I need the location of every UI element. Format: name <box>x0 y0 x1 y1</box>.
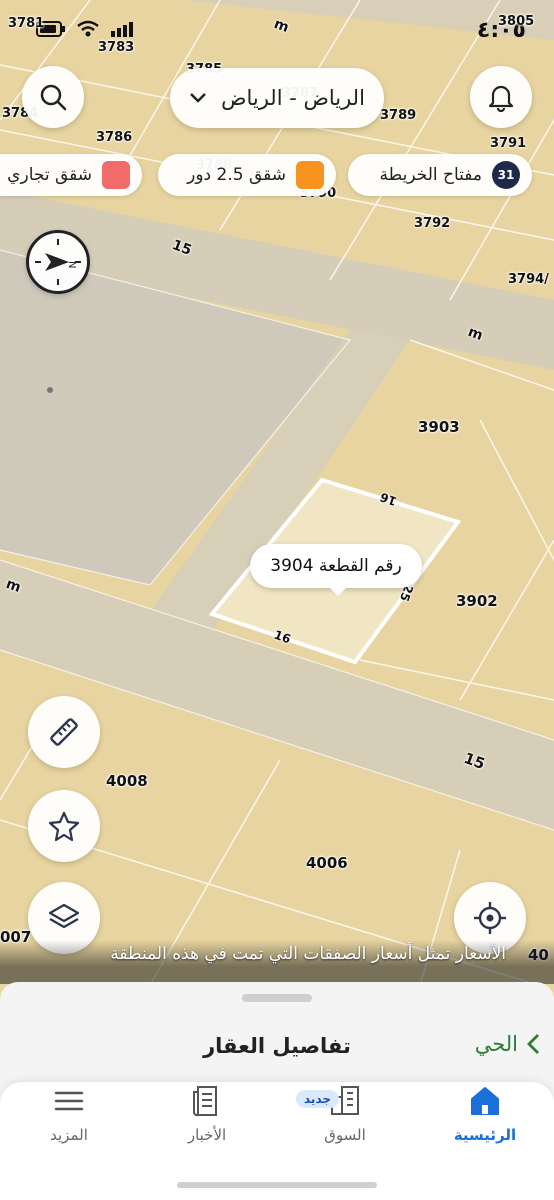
layers-icon <box>48 903 80 929</box>
apartments-label: شقق 2.5 دور <box>187 165 286 185</box>
map-key-button[interactable]: 31 مفتاح الخريطة <box>348 154 532 196</box>
search-button[interactable] <box>22 66 84 128</box>
ruler-icon <box>50 718 78 746</box>
compass-icon: N <box>35 239 81 285</box>
nav-news[interactable]: الأخبار <box>152 1084 262 1164</box>
nav-more-label: المزيد <box>50 1126 88 1144</box>
crosshair-icon <box>474 902 506 934</box>
legend-apartments[interactable]: شقق 2.5 دور <box>158 154 336 196</box>
menu-icon <box>54 1091 84 1111</box>
nav-news-label: الأخبار <box>187 1126 227 1144</box>
newspaper-icon <box>193 1086 217 1117</box>
commercial-label: شقق تجاري <box>7 165 92 185</box>
city-label: الرياض - الرياض <box>221 86 365 110</box>
nav-market-label: السوق <box>324 1126 366 1144</box>
measure-button[interactable] <box>28 696 100 768</box>
plot-label[interactable]: 3792 <box>414 216 450 231</box>
map-key-count: 31 <box>492 161 520 189</box>
plot-label[interactable]: 3791 <box>490 136 526 151</box>
search-icon <box>40 84 67 111</box>
favorites-button[interactable] <box>28 790 100 862</box>
wifi-icon <box>77 20 99 37</box>
plot-label[interactable]: 4006 <box>306 854 348 872</box>
nav-home-label: الرئيسية <box>453 1126 517 1144</box>
sheet-title: تفاصيل العقار <box>203 1034 351 1058</box>
signal-icon <box>111 22 133 37</box>
status-icons <box>36 20 136 38</box>
legend-commercial[interactable]: شقق تجاري <box>0 154 142 196</box>
district-label: الحي <box>474 1032 518 1056</box>
chevron-down-icon <box>190 93 206 103</box>
selected-parcel-callout[interactable]: رقم القطعة 3904 <box>250 544 422 596</box>
bell-icon <box>488 85 514 112</box>
compass-button[interactable]: N <box>26 230 90 294</box>
selected-parcel-label: رقم القطعة 3904 <box>270 556 402 576</box>
plot-label[interactable]: 3789 <box>380 108 416 123</box>
home-indicator <box>177 1182 377 1188</box>
plot-label[interactable]: 3902 <box>456 592 498 610</box>
nav-home[interactable]: الرئيسية <box>430 1084 540 1164</box>
chevron-left-icon <box>527 1034 539 1054</box>
plot-label[interactable]: 3805 <box>498 14 534 29</box>
plot-label[interactable]: 4008 <box>106 772 148 790</box>
notifications-button[interactable] <box>470 66 532 128</box>
home-icon <box>471 1087 499 1115</box>
city-selector[interactable]: الرياض - الرياض <box>170 68 384 128</box>
plot-label[interactable]: 3783 <box>98 40 134 55</box>
svg-text:N: N <box>66 261 77 268</box>
commercial-swatch <box>102 161 130 189</box>
star-icon <box>48 811 80 842</box>
plot-label[interactable]: 3786 <box>96 130 132 145</box>
price-info-text: الأسعار تمثل أسعار الصفقات التي تمت في ه… <box>110 944 506 964</box>
plot-label[interactable]: 3794/ <box>508 272 549 287</box>
apartments-swatch <box>296 161 324 189</box>
nav-more[interactable]: المزيد <box>14 1084 124 1164</box>
new-badge: جديد <box>296 1090 340 1108</box>
map-key-label: مفتاح الخريطة <box>379 165 482 185</box>
district-link[interactable]: الحي <box>475 1032 540 1056</box>
plot-label[interactable]: 3781 <box>8 16 44 31</box>
sheet-drag-handle[interactable] <box>242 994 312 1002</box>
plot-label[interactable]: 3903 <box>418 418 460 436</box>
